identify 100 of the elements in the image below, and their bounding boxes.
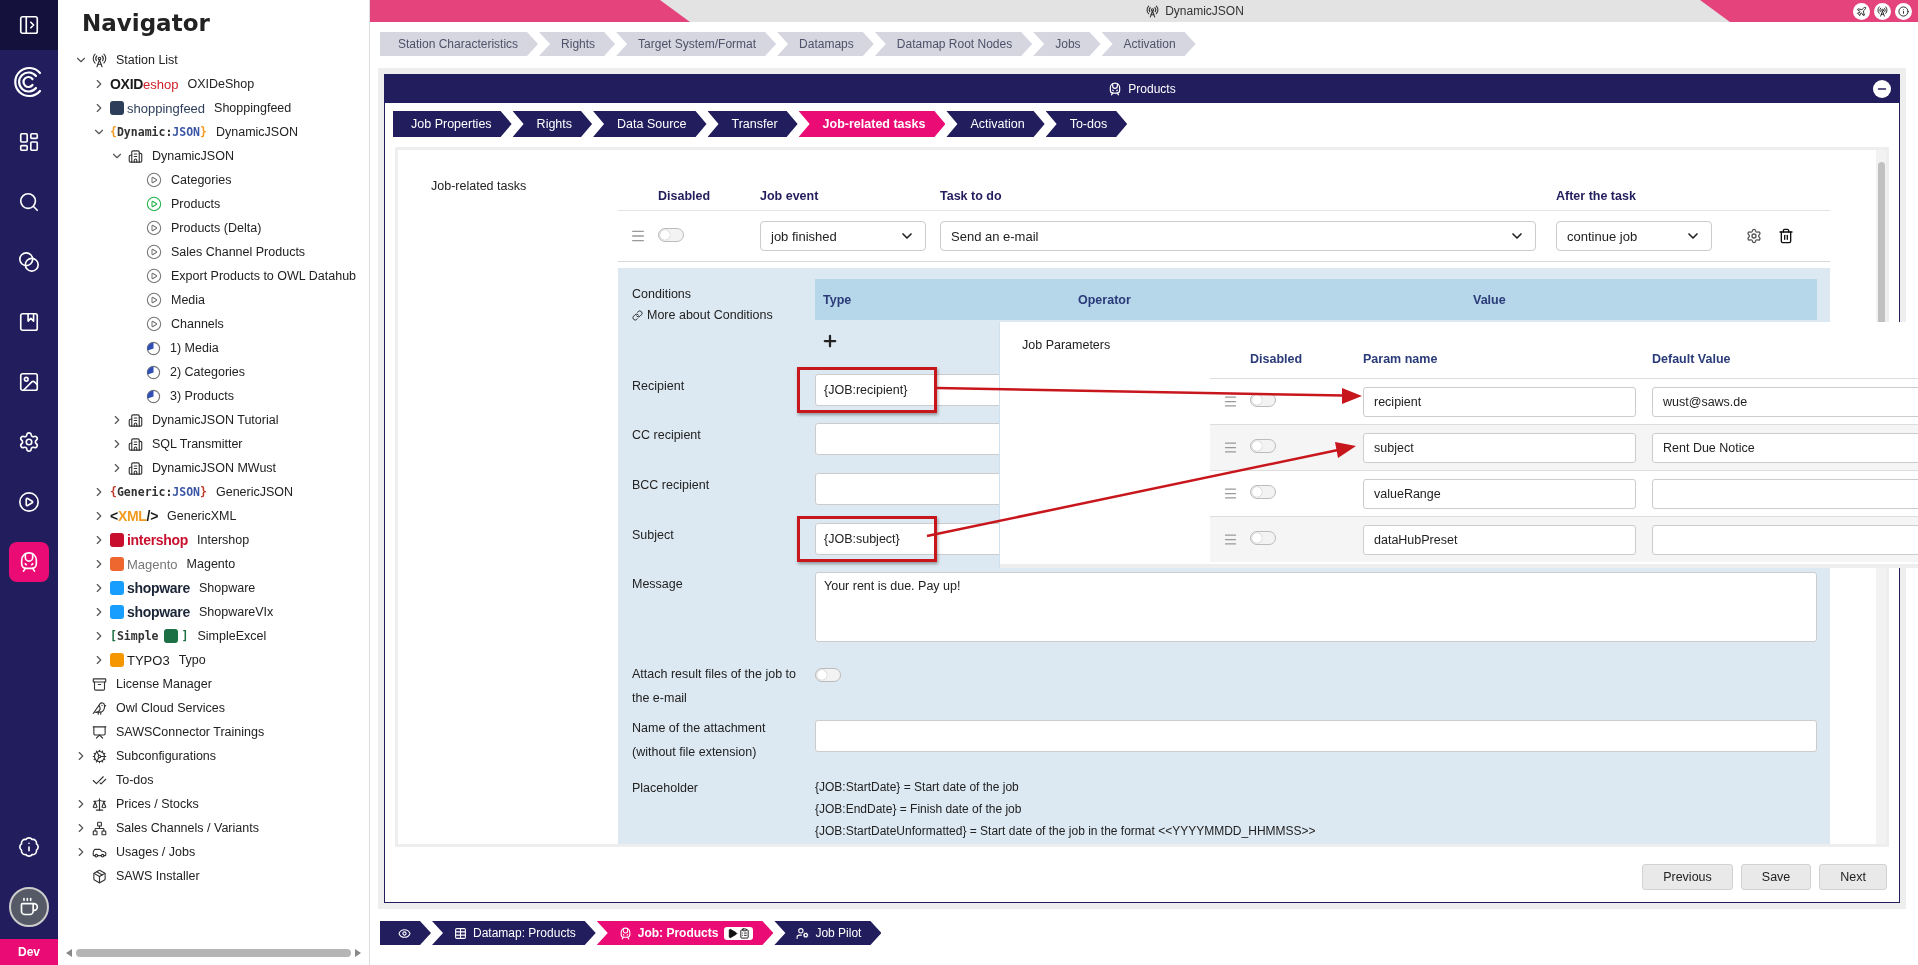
info-icon[interactable] <box>1895 2 1912 20</box>
logo-text: ] <box>181 629 189 643</box>
tree-item[interactable]: Usages / Jobs <box>113 844 199 860</box>
tree-item[interactable]: 3) Products <box>167 388 237 404</box>
job-event-select[interactable]: job finished <box>760 221 926 251</box>
train-icon[interactable] <box>9 542 49 582</box>
pie-icon <box>146 388 161 404</box>
tree-item[interactable]: Media <box>168 292 209 308</box>
toggle-switch[interactable] <box>1250 485 1276 499</box>
scroll-right-icon[interactable] <box>355 949 361 957</box>
tab[interactable]: Data Source <box>593 111 707 137</box>
field-label: Conditions <box>632 286 693 303</box>
tree-item[interactable]: 2) Categories <box>167 364 249 380</box>
avatar-icon[interactable] <box>9 887 49 927</box>
logo-text: {Dynamic:JSON} <box>110 125 207 139</box>
tree-item[interactable]: OXIDeShop <box>184 76 258 92</box>
tree-item[interactable]: Shopware <box>195 580 259 596</box>
add-icon[interactable] <box>821 332 839 350</box>
tree-item[interactable]: DynamicJSON <box>212 124 301 140</box>
tree-item[interactable]: Subconfigurations <box>113 748 220 764</box>
breadcrumb-link[interactable] <box>380 921 431 945</box>
param-name-field[interactable]: dataHubPreset <box>1363 524 1636 555</box>
after-task-select[interactable]: continue job <box>1556 221 1712 251</box>
toggle-switch[interactable] <box>815 668 841 682</box>
default-value-field[interactable]: wust@saws.de <box>1652 386 1918 417</box>
step-tab[interactable]: Jobs <box>1033 32 1101 56</box>
nav-button[interactable]: Previous <box>1642 864 1733 890</box>
settings-icon[interactable] <box>1746 228 1762 244</box>
run-badge[interactable] <box>724 926 754 940</box>
tree-item[interactable]: Shoppingfeed <box>211 100 295 116</box>
collapse-icon[interactable] <box>1873 80 1891 98</box>
tree-item[interactable]: SimpleExcel <box>194 628 270 644</box>
message-field[interactable]: Your rent is due. Pay up! <box>815 572 1817 643</box>
tab[interactable]: Job-related tasks <box>798 111 946 137</box>
param-name-field[interactable]: subject <box>1363 432 1636 463</box>
param-name-field[interactable]: recipient <box>1363 386 1636 417</box>
step-tab[interactable]: Activation <box>1101 32 1196 56</box>
tab[interactable]: To-dos <box>1045 111 1128 137</box>
tree-item[interactable]: License Manager <box>113 676 215 692</box>
toggle-switch[interactable] <box>1250 531 1276 545</box>
tree-item[interactable]: Sales Channels / Variants <box>113 820 262 836</box>
plane-icon[interactable] <box>1853 2 1870 20</box>
tab[interactable]: Transfer <box>707 111 798 137</box>
sidebar-toggle-icon[interactable] <box>0 0 58 50</box>
tree-item[interactable]: GenericXML <box>164 508 240 524</box>
breadcrumb-link[interactable]: Datamap: Products <box>432 921 596 945</box>
tree-item[interactable]: To-dos <box>113 772 157 788</box>
conditions-link[interactable]: More about Conditions <box>632 308 815 322</box>
toggle-switch[interactable] <box>1250 439 1276 453</box>
field-label: Recipient <box>632 377 686 395</box>
tree-item[interactable]: Magento <box>183 556 239 572</box>
tree-item[interactable]: Channels <box>168 316 227 332</box>
field-label: Message <box>632 576 684 594</box>
presentation-icon <box>92 724 107 740</box>
default-value-field[interactable] <box>1652 478 1918 509</box>
trash-icon[interactable] <box>1778 228 1794 244</box>
tree-item[interactable]: ShopwareVIx <box>195 604 277 620</box>
breadcrumb-label: Job Pilot <box>815 926 862 940</box>
tree-item[interactable]: Categories <box>168 172 235 188</box>
default-value-field[interactable] <box>1652 524 1918 555</box>
tree-item[interactable]: SAWSConnector Trainings <box>113 724 268 740</box>
tree-item[interactable]: DynamicJSON MWust <box>149 460 280 476</box>
tree-item[interactable]: Station List <box>113 52 181 68</box>
tab[interactable]: Activation <box>946 111 1045 137</box>
nav-button[interactable]: Save <box>1740 864 1812 890</box>
nav-button[interactable]: Next <box>1819 864 1887 890</box>
step-tab[interactable]: Target System/Format <box>616 32 777 56</box>
toggle-switch[interactable] <box>658 227 684 242</box>
input-field[interactable] <box>815 719 1817 752</box>
tree-item[interactable]: Products <box>168 196 224 212</box>
tree-item[interactable]: DynamicJSON <box>149 148 237 164</box>
tree-item[interactable]: Intershop <box>194 532 253 548</box>
breadcrumb-link[interactable]: Job: Products <box>596 921 774 945</box>
breadcrumb-link[interactable]: Job Pilot <box>774 921 882 945</box>
step-tab[interactable]: Datamaps <box>777 32 874 56</box>
step-tab[interactable]: Datamap Root Nodes <box>874 32 1033 56</box>
tree-item[interactable]: 1) Media <box>167 340 222 356</box>
tree-item[interactable]: Export Products to OWL Datahub <box>168 268 360 284</box>
antenna-icon[interactable] <box>1874 2 1891 20</box>
breadcrumb-label: Job: Products <box>637 926 719 940</box>
tree-item[interactable]: GenericJSON <box>212 484 297 500</box>
tab[interactable]: Job Properties <box>393 111 512 137</box>
step-tab[interactable]: Rights <box>539 32 616 56</box>
tree-item[interactable]: Sales Channel Products <box>168 244 309 260</box>
scroll-left-icon[interactable] <box>66 949 72 957</box>
param-name-field[interactable]: valueRange <box>1363 478 1636 509</box>
default-value-field[interactable]: Rent Due Notice <box>1652 432 1918 463</box>
tree-item[interactable]: SQL Transmitter <box>149 436 246 452</box>
step-tab[interactable]: Station Characteristics <box>380 32 539 56</box>
tree-item[interactable]: Prices / Stocks <box>113 796 202 812</box>
placeholder-text: {JOB:StartDate} = Start date of the job <box>815 779 1020 797</box>
tab[interactable]: Rights <box>512 111 593 137</box>
tree-item[interactable]: Products (Delta) <box>168 220 265 236</box>
building-icon <box>128 460 143 476</box>
tree-item[interactable]: DynamicJSON Tutorial <box>149 412 282 428</box>
tree-item[interactable]: SAWS Installer <box>113 868 203 884</box>
task-select[interactable]: Send an e-mail <box>940 221 1536 251</box>
tree-item[interactable]: Typo <box>175 652 209 668</box>
tree-item[interactable]: Owl Cloud Services <box>113 700 229 716</box>
scale-icon <box>92 796 107 812</box>
